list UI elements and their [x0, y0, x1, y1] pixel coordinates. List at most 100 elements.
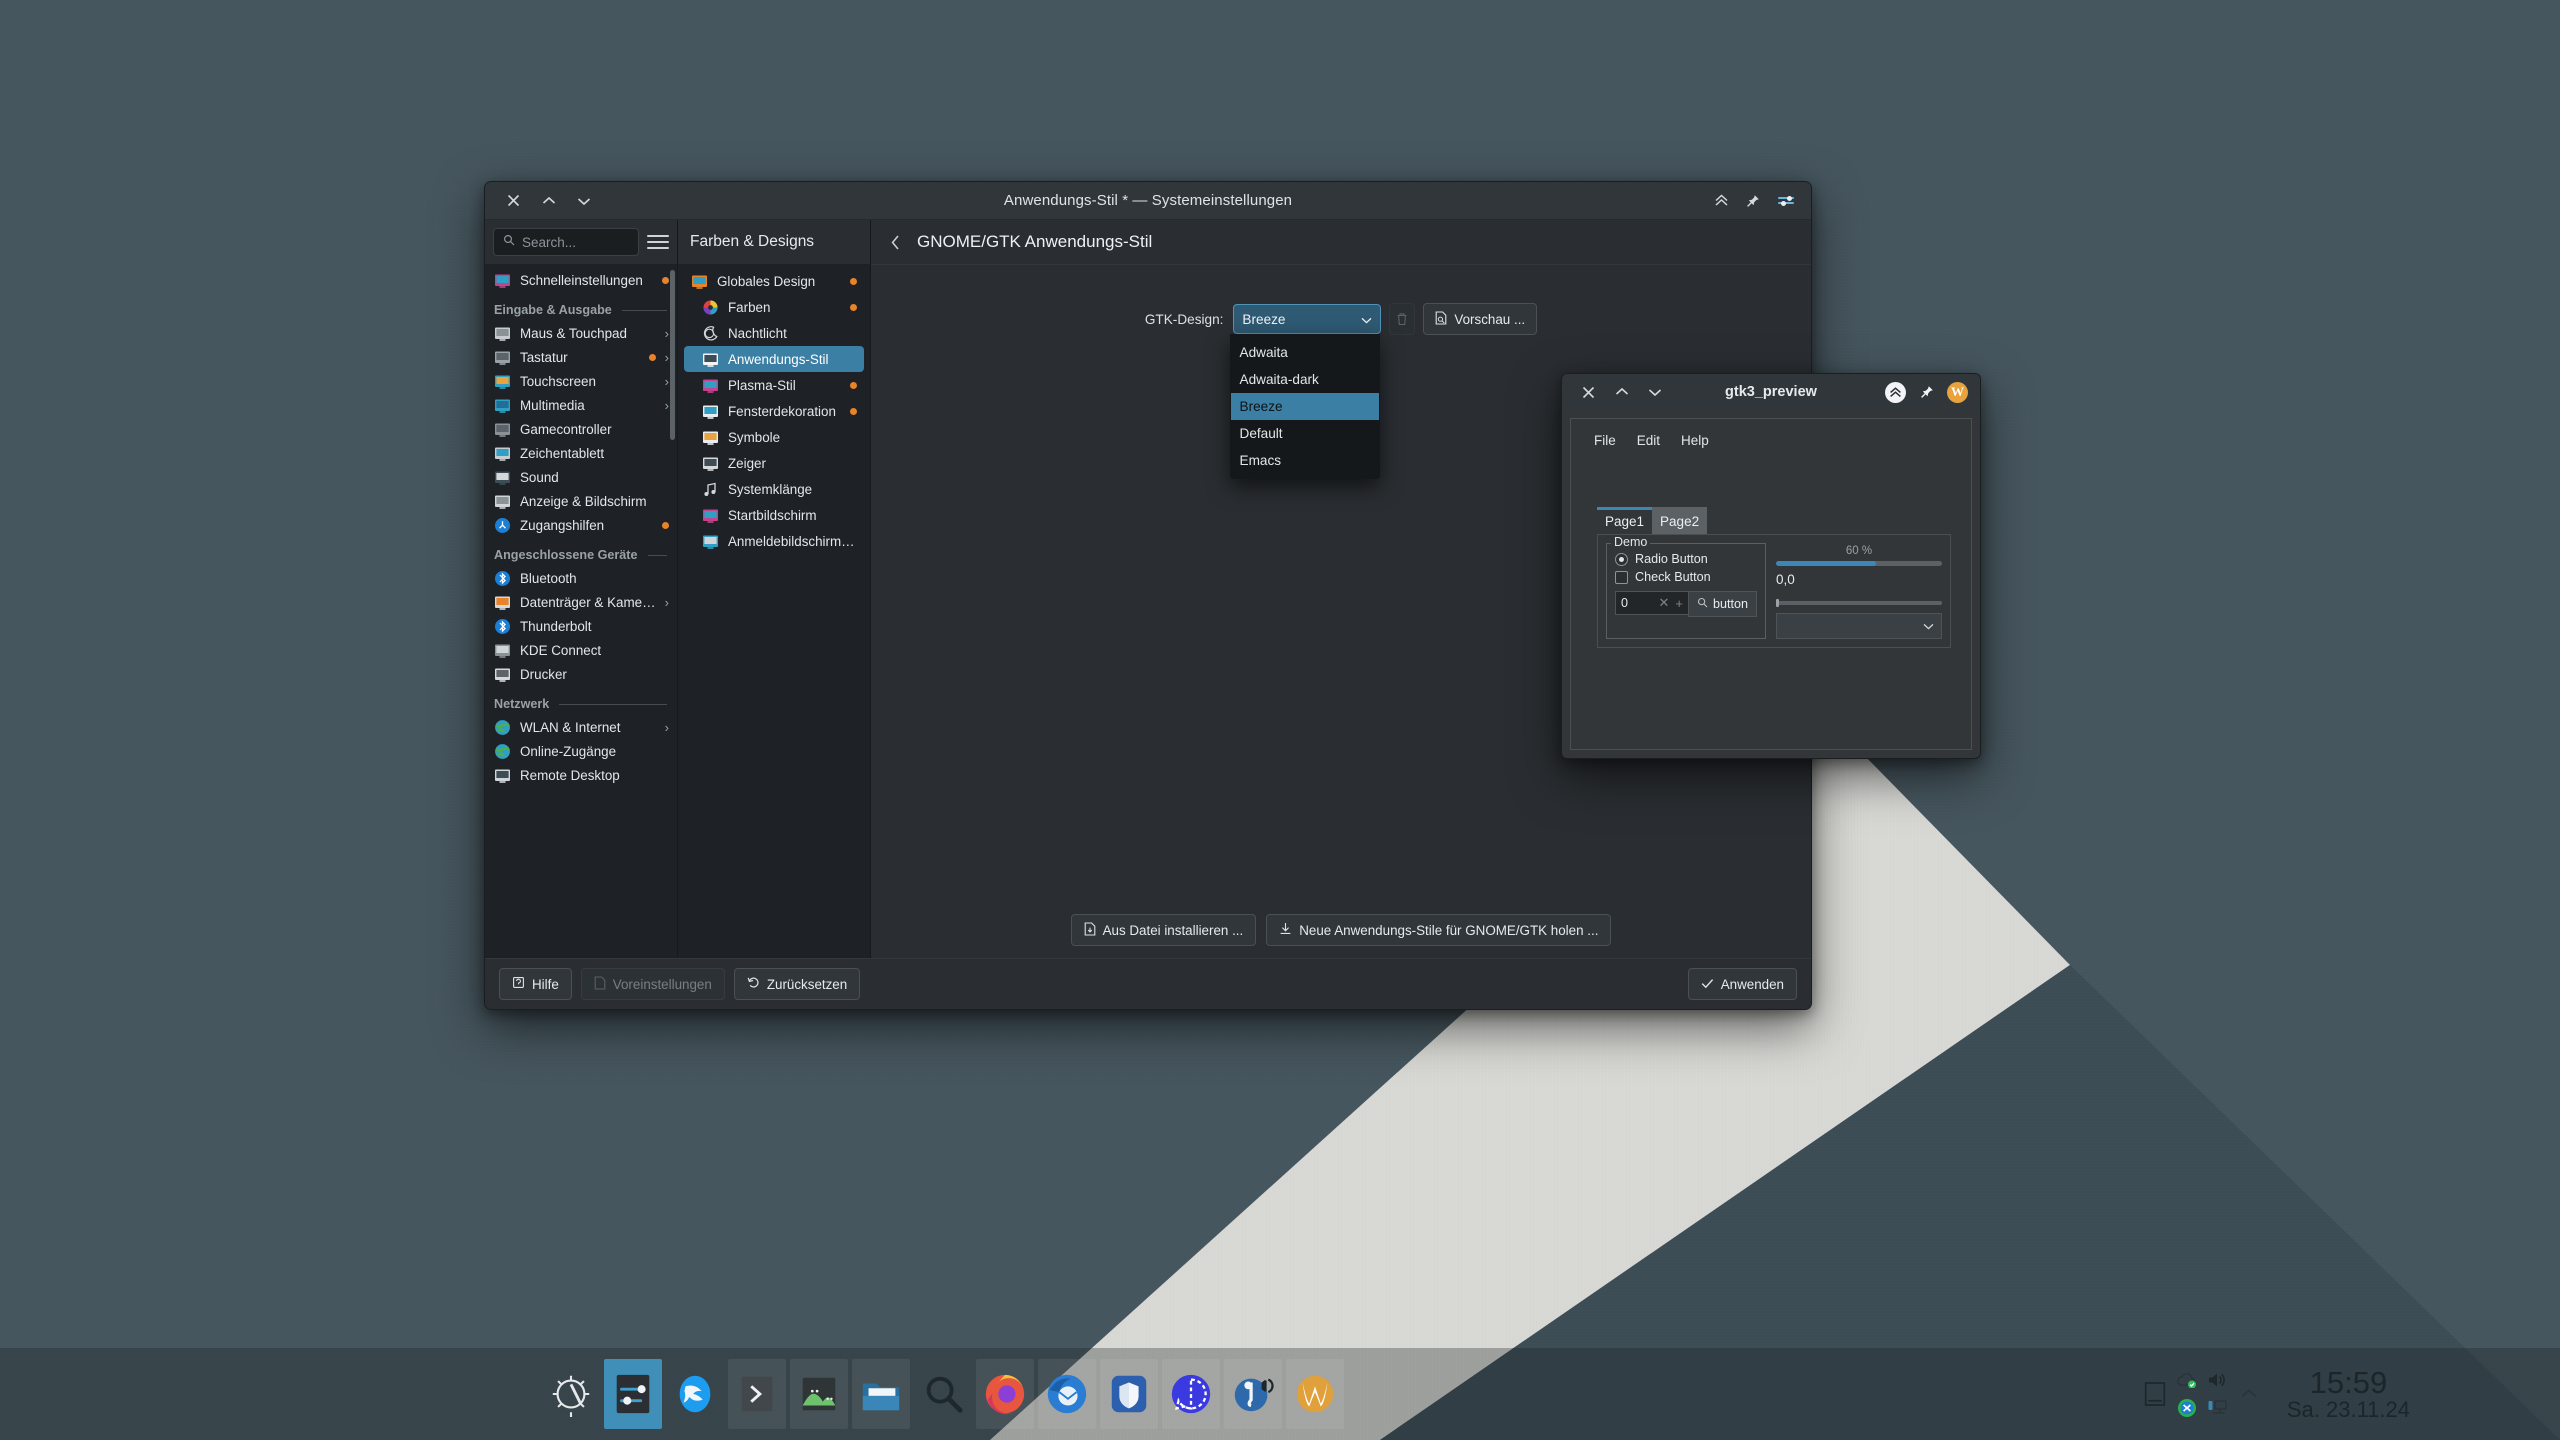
- hamburger-menu-icon[interactable]: [647, 231, 669, 253]
- sidebar-item-0-4[interactable]: Gamecontroller: [485, 417, 677, 441]
- check-button-row[interactable]: Check Button: [1615, 570, 1757, 584]
- minimize-icon[interactable]: [1646, 384, 1663, 401]
- window-titlebar[interactable]: Anwendungs-Stil * — Systemeinstellungen: [485, 182, 1811, 220]
- close-icon[interactable]: [505, 192, 522, 209]
- radio-button-icon[interactable]: [1615, 552, 1628, 566]
- spin-button[interactable]: 0 ✕ +: [1615, 591, 1689, 615]
- gtk-preview-menubar[interactable]: File Edit Help: [1571, 419, 1971, 450]
- close-icon[interactable]: [1580, 384, 1597, 401]
- sidebar-item-1-2[interactable]: Thunderbolt: [485, 614, 677, 638]
- delete-theme-button[interactable]: [1389, 303, 1416, 335]
- gtk-theme-option-0[interactable]: Adwaita: [1231, 339, 1379, 366]
- help-button[interactable]: Hilfe: [499, 968, 572, 1000]
- back-icon[interactable]: [885, 232, 905, 252]
- maximize-icon[interactable]: [1613, 384, 1630, 401]
- task-wesnoth[interactable]: [1284, 1358, 1346, 1430]
- keep-above-icon[interactable]: [1885, 381, 1906, 403]
- gtk-tab-page2[interactable]: Page2: [1652, 507, 1708, 534]
- demo-button[interactable]: button: [1688, 591, 1758, 617]
- module-item-8[interactable]: Systemklänge: [684, 476, 864, 502]
- systemsettings-icon[interactable]: [1775, 191, 1797, 210]
- task-kde-plasma-logo[interactable]: [540, 1358, 602, 1430]
- sidebar-item-top-0[interactable]: Schnelleinstellungen: [485, 268, 677, 292]
- gtk-preview-titlebar[interactable]: gtk3_preview W: [1562, 374, 1980, 410]
- gtk-theme-option-3[interactable]: Default: [1231, 420, 1379, 447]
- keep-above-icon[interactable]: [1713, 192, 1730, 209]
- wesnoth-app-icon[interactable]: W: [1947, 381, 1968, 403]
- network-icon[interactable]: [2206, 1397, 2228, 1419]
- sidebar-item-0-0[interactable]: Maus & Touchpad ›: [485, 321, 677, 345]
- gtk-tab-page1[interactable]: Page1: [1597, 507, 1653, 534]
- spin-decrement-icon[interactable]: ✕: [1659, 595, 1670, 611]
- gtk-menu-file[interactable]: File: [1589, 431, 1621, 450]
- spin-increment-icon[interactable]: +: [1675, 596, 1683, 611]
- sidebar-item-2-2[interactable]: Remote Desktop: [485, 763, 677, 787]
- task-signal[interactable]: [1160, 1358, 1222, 1430]
- overflow-arrow-icon[interactable]: [2238, 1383, 2260, 1405]
- volume-icon[interactable]: [2206, 1369, 2228, 1391]
- gtk-theme-option-1[interactable]: Adwaita-dark: [1231, 366, 1379, 393]
- sidebar-item-0-2[interactable]: Touchscreen ›: [485, 369, 677, 393]
- gtk-theme-dropdown-list[interactable]: Adwaita Adwaita-dark Breeze Default Emacs: [1229, 334, 1380, 479]
- gtk-menu-edit[interactable]: Edit: [1632, 431, 1665, 450]
- task-krunner-search[interactable]: [912, 1358, 974, 1430]
- sidebar-item-0-3[interactable]: Multimedia ›: [485, 393, 677, 417]
- module-item-4[interactable]: Plasma-Stil: [684, 372, 864, 398]
- apply-button[interactable]: Anwenden: [1687, 968, 1797, 1000]
- sidebar-item-0-7[interactable]: Anzeige & Bildschirm: [485, 489, 677, 513]
- gtk-combobox[interactable]: [1776, 613, 1942, 639]
- sidebar-item-1-0[interactable]: Bluetooth: [485, 566, 677, 590]
- sidebar-item-1-4[interactable]: Drucker: [485, 662, 677, 686]
- gtk-menu-help[interactable]: Help: [1676, 431, 1714, 450]
- task-firefox[interactable]: [974, 1358, 1036, 1430]
- module-item-6[interactable]: Symbole: [684, 424, 864, 450]
- pin-icon[interactable]: [1918, 384, 1935, 401]
- install-from-file-button[interactable]: Aus Datei installieren ...: [1070, 914, 1257, 946]
- sidebar-item-2-0[interactable]: WLAN & Internet ›: [485, 715, 677, 739]
- checkbox-icon[interactable]: [1615, 570, 1628, 584]
- sidebar-item-0-5[interactable]: Zeichentablett: [485, 441, 677, 465]
- sidebar-item-0-8[interactable]: Zugangshilfen: [485, 513, 677, 537]
- maximize-icon[interactable]: [540, 192, 557, 209]
- sidebar-item-1-3[interactable]: KDE Connect: [485, 638, 677, 662]
- digital-clock[interactable]: 15:59 Sa. 23.11.24: [2287, 1348, 2410, 1440]
- task-dolphin-filemanager[interactable]: [850, 1358, 912, 1430]
- horizontal-slider[interactable]: [1776, 599, 1942, 607]
- cloud-sync-icon[interactable]: [2176, 1369, 2198, 1391]
- gtk-theme-option-2[interactable]: Breeze: [1230, 393, 1379, 420]
- defaults-button[interactable]: Voreinstellungen: [580, 968, 725, 1000]
- module-item-5[interactable]: Fensterdekoration: [684, 398, 864, 424]
- module-item-10[interactable]: Anmeldebildschirm (...: [684, 528, 864, 554]
- preview-button[interactable]: Vorschau ...: [1423, 303, 1538, 335]
- module-item-3[interactable]: Anwendungs-Stil: [684, 346, 864, 372]
- clipboard-icon[interactable]: [2144, 1382, 2166, 1406]
- task-gwenview-images[interactable]: [788, 1358, 850, 1430]
- get-new-styles-button[interactable]: Neue Anwendungs-Stile für GNOME/GTK hole…: [1266, 914, 1612, 946]
- module-item-9[interactable]: Startbildschirm: [684, 502, 864, 528]
- system-tray[interactable]: [2144, 1348, 2260, 1440]
- task-bitwarden[interactable]: [1098, 1358, 1160, 1430]
- gtk-theme-option-4[interactable]: Emacs: [1231, 447, 1379, 474]
- sidebar-item-0-6[interactable]: Sound: [485, 465, 677, 489]
- task-manager[interactable]: [540, 1348, 1346, 1440]
- sidebar-scrollbar[interactable]: [670, 270, 675, 440]
- sidebar-item-0-1[interactable]: Tastatur ›: [485, 345, 677, 369]
- search-input[interactable]: Search...: [493, 228, 639, 256]
- module-item-7[interactable]: Zeiger: [684, 450, 864, 476]
- task-systemsettings[interactable]: [602, 1358, 664, 1430]
- pin-icon[interactable]: [1744, 192, 1761, 209]
- task-audio-player[interactable]: [1222, 1358, 1284, 1430]
- sidebar-list[interactable]: Schnelleinstellungen Eingabe & Ausgabe Mau…: [485, 264, 677, 958]
- sync-icon[interactable]: [2176, 1397, 2198, 1419]
- module-item-0[interactable]: Globales Design: [684, 268, 864, 294]
- radio-button-row[interactable]: Radio Button: [1615, 552, 1757, 566]
- task-falkon-browser[interactable]: [664, 1358, 726, 1430]
- task-konsole-terminal[interactable]: [726, 1358, 788, 1430]
- gtk-tabbar[interactable]: Page1 Page2: [1597, 507, 1951, 534]
- module-item-1[interactable]: Farben: [684, 294, 864, 320]
- module-list[interactable]: Globales Design Farben Nachtlicht Anwendung…: [678, 264, 870, 958]
- reset-button[interactable]: Zurücksetzen: [733, 968, 861, 1000]
- gtk-theme-combobox[interactable]: Breeze: [1233, 304, 1382, 334]
- task-thunderbird[interactable]: [1036, 1358, 1098, 1430]
- minimize-icon[interactable]: [575, 192, 592, 209]
